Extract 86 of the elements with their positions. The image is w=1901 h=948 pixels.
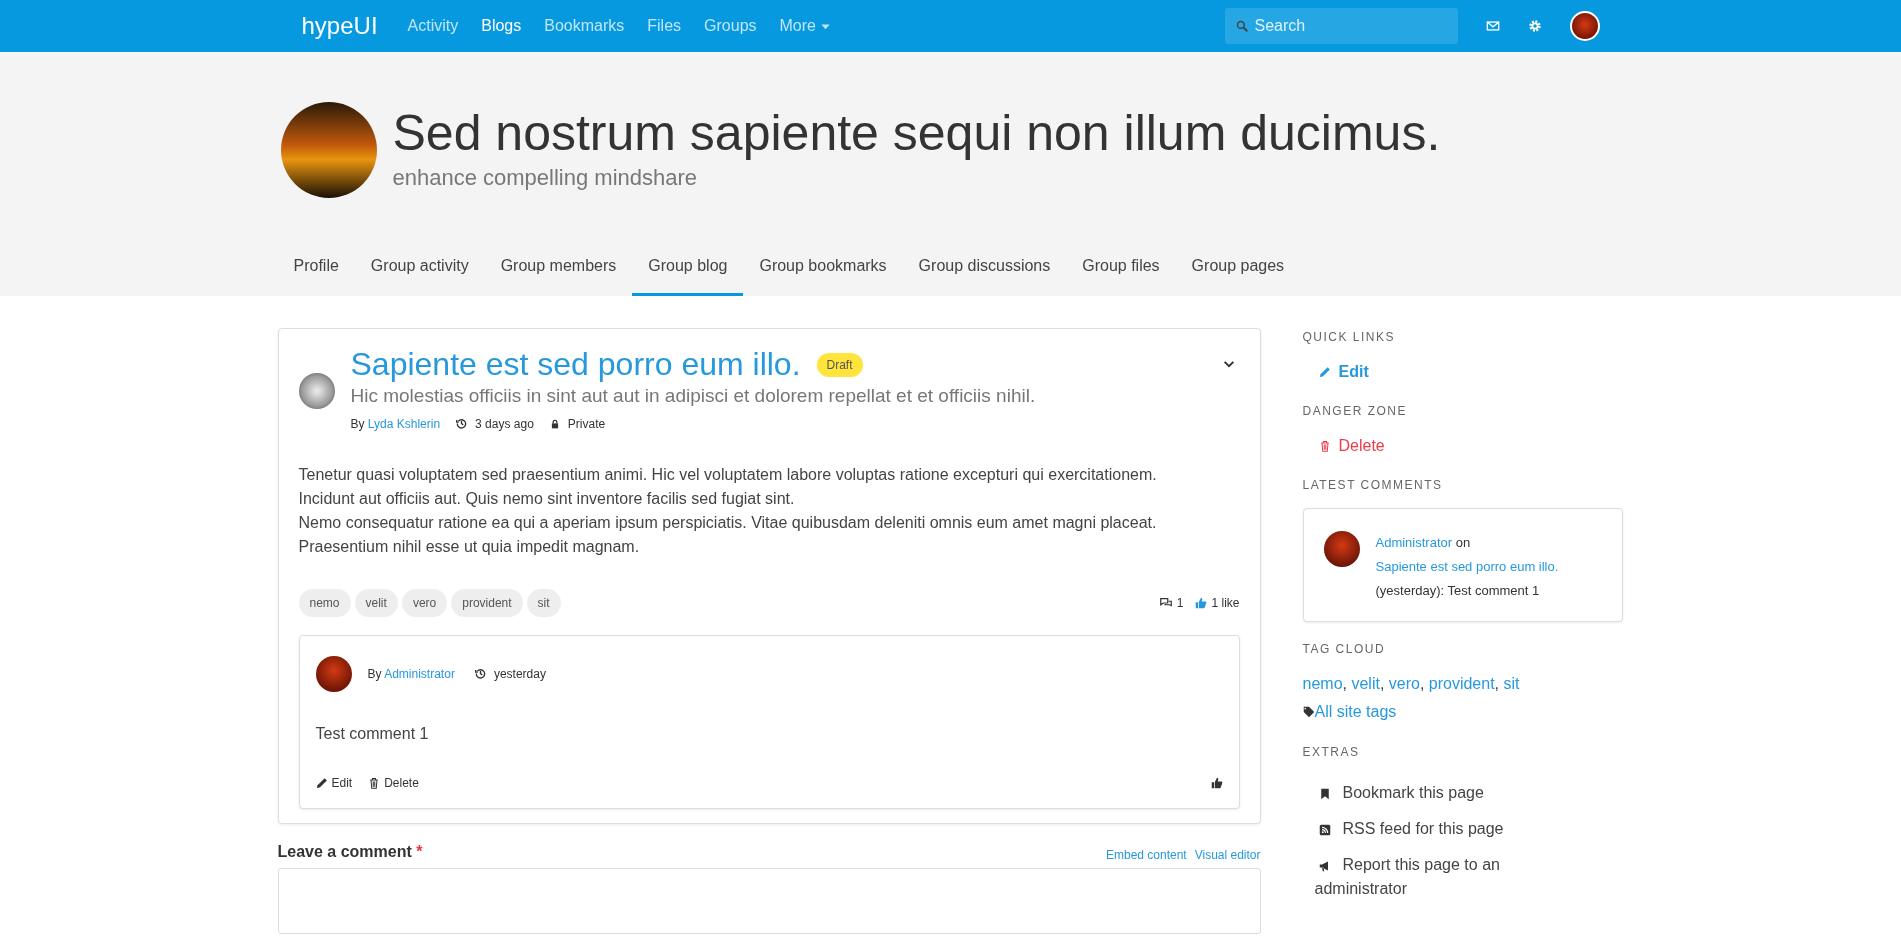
author-link[interactable]: Lyda Kshlerin xyxy=(367,416,441,431)
edit-link[interactable]: Edit xyxy=(315,773,353,792)
commenter-avatar[interactable] xyxy=(1323,531,1360,567)
user-avatar[interactable] xyxy=(1569,11,1600,41)
pencil-icon xyxy=(1318,366,1331,378)
access-level: Private xyxy=(567,415,606,433)
group-tab[interactable]: Group bookmarks xyxy=(743,240,903,296)
tag-link[interactable]: velit xyxy=(1351,675,1380,692)
nav-link[interactable]: Groups xyxy=(704,14,757,38)
extras-link[interactable]: Report this page to an administrator xyxy=(1302,847,1533,907)
comment-time: yesterday xyxy=(493,665,546,683)
body-line: Incidunt aut officiis aut. Quis nemo sint inventore facilis sed fugiat sint. xyxy=(298,488,796,509)
group-tab[interactable]: Group blog xyxy=(632,240,744,296)
comment-text: Test comment 1 xyxy=(315,723,430,744)
group-subtitle: enhance compelling mindshare xyxy=(392,164,699,192)
tag-pill[interactable]: provident xyxy=(451,588,523,617)
tag-link[interactable]: vero xyxy=(1388,675,1420,692)
post-link[interactable]: Sapiente est sed porro eum illo. xyxy=(1375,559,1559,574)
settings-icon xyxy=(1527,19,1542,33)
group-tab[interactable]: Group files xyxy=(1066,240,1176,296)
like-count[interactable]: 1 like xyxy=(1195,593,1240,612)
like-button[interactable] xyxy=(1210,776,1223,789)
tag-link[interactable]: sit xyxy=(1503,675,1520,692)
tag-link[interactable]: nemo xyxy=(1302,675,1343,692)
extras-link[interactable]: RSS feed for this page xyxy=(1302,811,1533,847)
post-time: 3 days ago xyxy=(475,415,534,433)
author-line: By Lyda Kshlerin xyxy=(350,415,441,433)
section-heading: TAG CLOUD xyxy=(1302,641,1387,658)
all-tags-link[interactable]: All site tags xyxy=(1302,700,1397,724)
group-tab[interactable]: Group activity xyxy=(354,240,485,296)
post-subtitle: Hic molestias officiis in sint aut aut in adipisci et dolorem repellat et et officiis nihil. xyxy=(350,384,1037,409)
section-heading: LATEST COMMENTS xyxy=(1302,477,1444,494)
body-line: Tenetur quasi voluptatem sed praesentium animi. Hic vel voluptatem labore voluptas ratione excepturi qui exercitationem. xyxy=(298,464,1158,485)
bullhorn-icon xyxy=(1318,859,1331,872)
group-tab[interactable]: Group discussions xyxy=(902,240,1067,296)
delete-link[interactable]: Delete xyxy=(368,773,419,792)
lock-icon xyxy=(549,418,560,429)
comments-count[interactable]: 1 xyxy=(1158,593,1184,612)
author-link[interactable]: Administrator xyxy=(384,666,455,681)
commenter-avatar[interactable] xyxy=(315,655,352,692)
group-tab[interactable]: Group pages xyxy=(1175,240,1301,296)
search-icon xyxy=(1235,20,1248,32)
body-line: Nemo consequatur ratione ea qui a aperiam ipsum perspiciatis. Vitae quibusdam deleniti omnis eum amet magni placeat. xyxy=(298,512,1158,533)
section-heading: EXTRAS xyxy=(1302,744,1361,761)
nav-link[interactable]: Activity xyxy=(407,14,459,38)
trash-icon xyxy=(1318,440,1331,452)
history-icon xyxy=(474,668,486,680)
group-tab[interactable]: Group members xyxy=(484,240,633,296)
trash-icon xyxy=(368,776,381,789)
editor-link[interactable]: Visual editor xyxy=(1194,845,1261,864)
group-title: Sed nostrum sapiente sequi non illum ducimus. xyxy=(392,106,1441,161)
more-menu[interactable]: More xyxy=(779,14,831,38)
history-icon xyxy=(456,418,468,430)
mail-icon xyxy=(1485,19,1500,33)
pencil-icon xyxy=(315,776,328,789)
tag-pill[interactable]: velit xyxy=(354,588,398,617)
group-tab[interactable]: Profile xyxy=(277,240,355,296)
status-badge: Draft xyxy=(816,352,863,377)
comment-input[interactable] xyxy=(277,867,1261,934)
post-title[interactable]: Sapiente est sed porro eum illo. xyxy=(350,347,801,383)
editor-link[interactable]: Embed content xyxy=(1105,845,1187,864)
thumbs-up-icon xyxy=(1210,776,1223,789)
section-heading: QUICK LINKS xyxy=(1302,329,1397,346)
comment-summary: Administrator on Sapiente est sed porro eum illo. (yesterday): Test comment 1 xyxy=(1375,534,1560,600)
thumbs-up-icon xyxy=(1195,596,1208,609)
author-link[interactable]: Administrator xyxy=(1375,535,1453,550)
brand-logo[interactable]: hypeUI xyxy=(301,8,378,44)
extras-link[interactable]: Bookmark this page xyxy=(1302,775,1533,811)
author-line: By Administrator xyxy=(367,665,455,683)
nav-link[interactable]: Bookmarks xyxy=(544,14,625,38)
body-line: Praesentium nihil esse ut quia impedit magnam. xyxy=(298,536,641,557)
tag-pill[interactable]: vero xyxy=(401,588,448,617)
section-heading: DANGER ZONE xyxy=(1302,403,1408,420)
delete-link[interactable]: Delete xyxy=(1302,434,1623,458)
bookmark-icon xyxy=(1318,787,1331,800)
edit-link[interactable]: Edit xyxy=(1302,360,1623,384)
nav-link[interactable]: Files xyxy=(647,14,682,38)
rss-icon xyxy=(1318,823,1331,836)
tag-pill[interactable]: nemo xyxy=(298,588,351,617)
tag-pill[interactable]: sit xyxy=(526,588,561,617)
tag-link[interactable]: provident xyxy=(1428,675,1495,692)
tag-cloud: nemo, velit, vero, provident, sit xyxy=(1302,674,1521,694)
nav-link[interactable]: Blogs xyxy=(481,14,522,38)
tag-icon xyxy=(1302,706,1315,718)
comment-label: Leave a comment * xyxy=(277,841,423,862)
author-avatar[interactable] xyxy=(298,373,335,409)
